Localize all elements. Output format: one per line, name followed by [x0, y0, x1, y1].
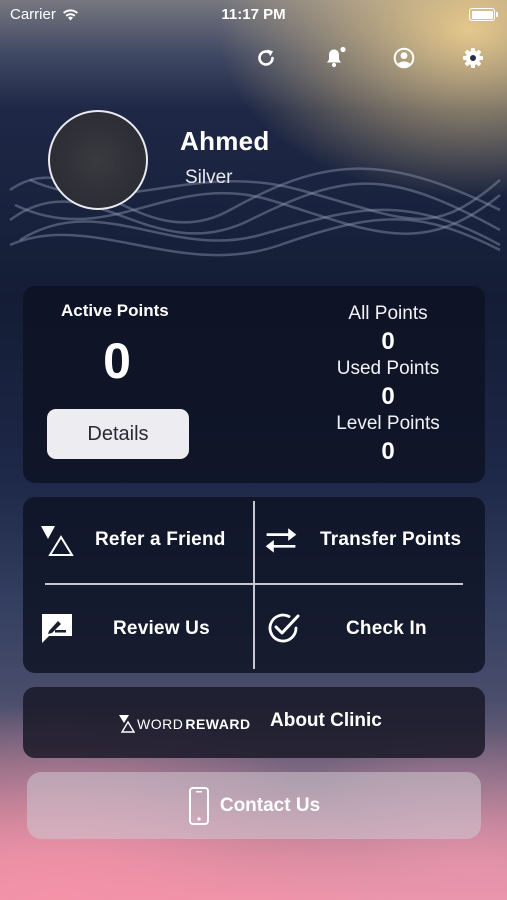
transfer-points-label: Transfer Points: [320, 529, 462, 550]
contact-us-label: Contact Us: [219, 794, 321, 816]
horizontal-divider: [45, 583, 463, 585]
details-button[interactable]: Details: [47, 409, 189, 459]
review-us-button[interactable]: Review Us: [23, 586, 252, 672]
about-clinic-label: About Clinic: [270, 710, 382, 731]
used-points-label: Used Points: [336, 358, 440, 379]
user-name: Ahmed: [180, 126, 270, 156]
all-points-value: 0: [381, 328, 395, 355]
level-points-value: 0: [381, 438, 395, 465]
active-points-value: 0: [103, 333, 131, 389]
all-points-label: All Points: [348, 303, 428, 324]
user-level: Silver: [185, 167, 233, 188]
level-points-label: Level Points: [336, 413, 440, 434]
refresh-icon[interactable]: [254, 46, 278, 70]
battery-icon: [469, 8, 498, 21]
review-us-label: Review Us: [113, 618, 210, 639]
check-circle-icon: [265, 610, 301, 646]
gear-icon[interactable]: [461, 46, 485, 70]
vertical-divider: [253, 501, 255, 669]
brand-word: WORD: [137, 716, 184, 732]
phone-icon: [188, 786, 209, 825]
actions-card: Refer a Friend Transfer Points Review Us: [23, 497, 485, 673]
used-points-value: 0: [381, 383, 395, 410]
review-icon: [39, 610, 75, 646]
check-in-button[interactable]: Check In: [256, 586, 485, 672]
profile-icon[interactable]: [392, 46, 416, 70]
points-card: Active Points 0 Details All Points 0 Use…: [23, 286, 485, 483]
refer-a-friend-button[interactable]: Refer a Friend: [23, 497, 252, 583]
check-in-label: Check In: [346, 618, 427, 639]
refer-a-friend-label: Refer a Friend: [95, 529, 226, 550]
avatar[interactable]: [48, 110, 148, 210]
clock: 11:17 PM: [221, 6, 286, 23]
about-clinic-button[interactable]: WORD REWARD About Clinic: [23, 687, 485, 758]
bell-icon[interactable]: [323, 46, 347, 70]
brand-reward: REWARD: [185, 716, 251, 732]
status-bar: Carrier 11:17 PM: [0, 0, 507, 30]
header-toolbar: [254, 46, 485, 70]
transfer-points-button[interactable]: Transfer Points: [256, 497, 485, 583]
contact-us-button[interactable]: Contact Us: [27, 772, 481, 839]
active-points-label: Active Points: [61, 301, 169, 320]
transfer-arrows-icon: [263, 522, 299, 558]
word-reward-logo: WORD REWARD: [119, 715, 251, 733]
points-stats: All Points 0 Used Points 0 Level Points …: [323, 302, 453, 467]
referral-icon: [39, 522, 75, 558]
word-reward-logo-icon: [119, 715, 135, 733]
